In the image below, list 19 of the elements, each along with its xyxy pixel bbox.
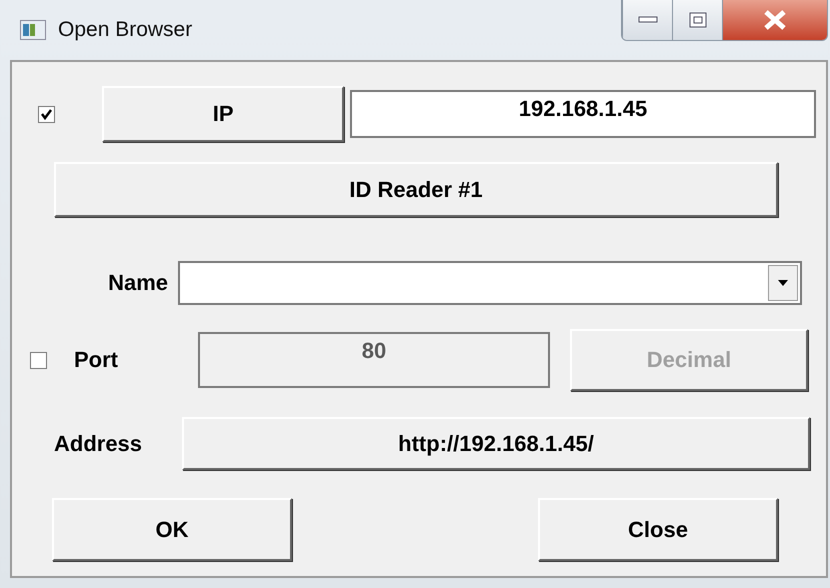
window-title: Open Browser (58, 18, 192, 42)
maximize-icon (688, 12, 706, 28)
port-label: Port (74, 347, 119, 373)
minimize-icon (638, 16, 658, 24)
minimize-button[interactable] (622, 0, 672, 40)
address-button[interactable]: http://192.168.1.45/ (182, 417, 810, 470)
dialog-button[interactable]: Close (538, 498, 778, 561)
close-button[interactable] (722, 0, 827, 40)
window-icon (20, 20, 46, 40)
reader-button[interactable]: ID Reader #1 (54, 162, 778, 217)
ip-button[interactable]: IP (102, 86, 344, 142)
ip-field[interactable]: 192.168.1.45 (350, 90, 816, 138)
dialog-button[interactable]: OK (52, 498, 292, 561)
name-combobox[interactable] (178, 261, 802, 305)
ip-checkbox[interactable] (38, 106, 55, 122)
maximize-button[interactable] (672, 0, 722, 40)
address-label: Address (54, 430, 144, 456)
name-label: Name (107, 270, 168, 296)
close-icon (763, 10, 787, 30)
